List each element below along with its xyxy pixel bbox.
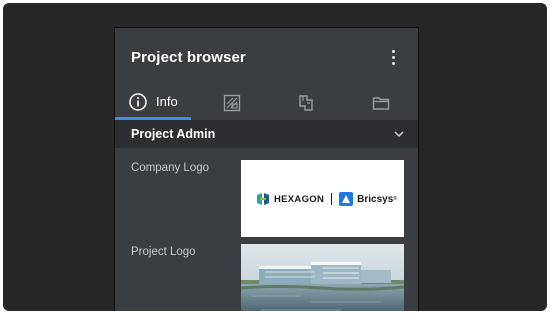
- tab-bar: Info: [115, 86, 418, 120]
- panel-title: Project browser: [131, 49, 246, 66]
- tab-files[interactable]: [361, 86, 401, 120]
- info-icon: [129, 93, 147, 111]
- floor-plan-icon: [299, 95, 313, 111]
- company-logo-content: HEXAGON Bricsys ®: [256, 191, 397, 207]
- section-title: Project Admin: [131, 127, 216, 141]
- company-logo-label: Company Logo: [131, 162, 209, 174]
- more-vertical-icon[interactable]: [390, 50, 396, 68]
- folder-icon: [372, 97, 390, 110]
- company-logo-image[interactable]: HEXAGON Bricsys ®: [241, 160, 404, 237]
- registered-mark: ®: [393, 196, 397, 202]
- tab-info[interactable]: Info: [115, 86, 191, 120]
- project-logo-label: Project Logo: [131, 246, 196, 258]
- panel-header: Project browser: [115, 28, 418, 86]
- tab-info-label: Info: [156, 94, 178, 109]
- drawing-sheet-icon: [223, 94, 241, 112]
- app-window: Project browser Info Project Admin Compa…: [3, 3, 547, 311]
- chevron-down-icon[interactable]: [394, 130, 404, 138]
- logo-separator: [331, 193, 333, 205]
- building-photo: [241, 244, 404, 311]
- project-admin-section[interactable]: Project Admin: [115, 120, 418, 148]
- brand-bricsys-text: Bricsys: [357, 193, 394, 205]
- brand-hexagon-text: HEXAGON: [274, 193, 325, 205]
- tab-floor-plans[interactable]: [286, 86, 326, 120]
- project-logo-image[interactable]: [241, 244, 404, 311]
- bricsys-logo-icon: [339, 192, 354, 206]
- hexagon-logo-icon: [257, 193, 269, 205]
- project-browser-panel: Project browser Info Project Admin Compa…: [114, 27, 419, 311]
- tab-drawings[interactable]: [212, 86, 252, 120]
